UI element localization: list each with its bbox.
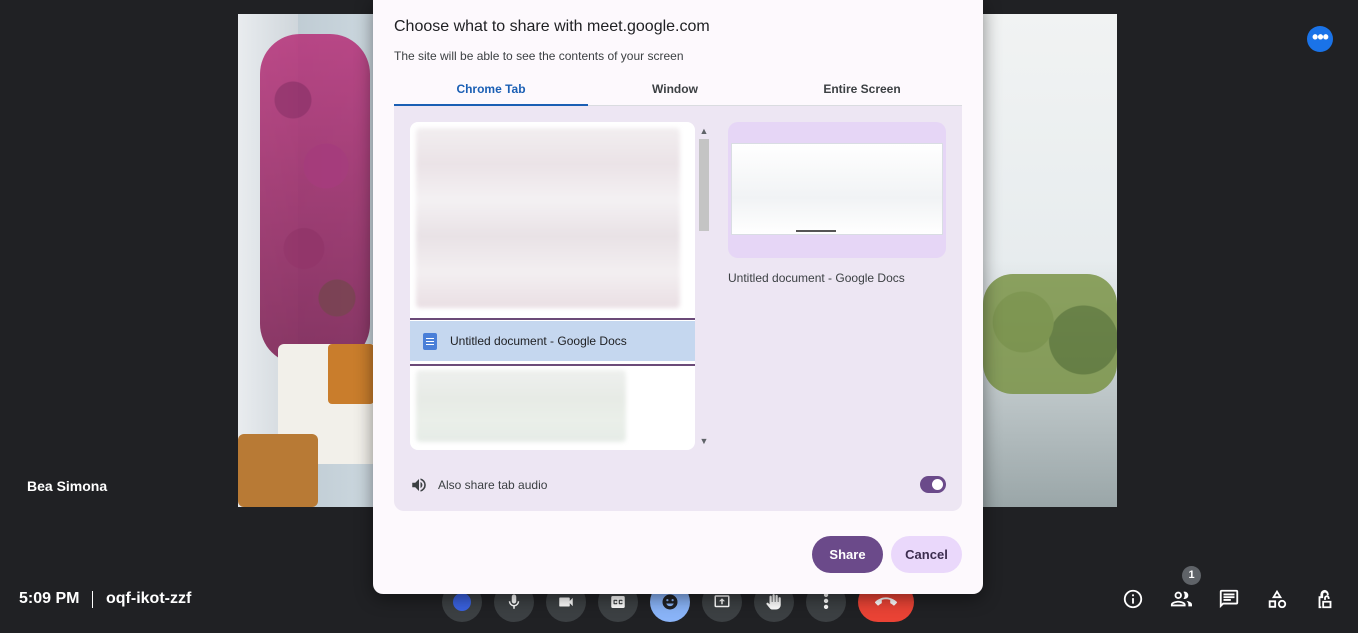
captions-icon [611, 596, 625, 608]
end-call-icon [875, 597, 897, 606]
toggle-knob [932, 479, 943, 490]
preview-thumbnail [731, 143, 943, 235]
blurred-tab-item[interactable] [416, 128, 680, 308]
scroll-up-arrow-icon[interactable]: ▲ [699, 126, 709, 136]
speaker-icon [410, 476, 428, 494]
tab-item-label: Untitled document - Google Docs [450, 334, 627, 348]
share-audio-label: Also share tab audio [438, 478, 548, 492]
meeting-time: 5:09 PM [19, 590, 80, 607]
tab-list-scrollbar[interactable]: ▲ ▼ [696, 122, 712, 450]
tab-chrome-tab[interactable]: Chrome Tab [394, 78, 588, 106]
meeting-code: oqf-ikot-zzf [106, 590, 192, 607]
cancel-button[interactable]: Cancel [891, 536, 962, 573]
share-screen-dialog: Choose what to share with meet.google.co… [373, 0, 983, 594]
video-background-arches [983, 14, 1117, 507]
circle-icon [453, 593, 471, 611]
people-icon [1170, 591, 1192, 607]
blurred-tab-item[interactable] [416, 370, 626, 442]
people-button[interactable] [1168, 586, 1194, 612]
meeting-details-button[interactable] [1120, 586, 1146, 612]
activities-icon [1268, 589, 1287, 609]
tab-list: Untitled document - Google Docs [410, 122, 695, 450]
chat-icon [1219, 589, 1239, 609]
present-icon [714, 595, 730, 608]
dialog-title: Choose what to share with meet.google.co… [394, 18, 710, 35]
info-icon [1123, 589, 1143, 609]
tile-more-options-button[interactable]: ••• [1307, 26, 1333, 52]
tab-entire-screen[interactable]: Entire Screen [762, 78, 962, 106]
dialog-subtitle: The site will be able to see the content… [394, 49, 684, 63]
google-docs-icon [423, 332, 437, 350]
video-background-flowers [260, 34, 370, 364]
microphone-icon [508, 594, 520, 609]
camera-icon [559, 597, 573, 607]
share-content-panel: Untitled document - Google Docs ▲ ▼ Unti… [394, 106, 962, 511]
tab-window[interactable]: Window [588, 78, 762, 106]
selection-divider [410, 364, 695, 366]
scroll-down-arrow-icon[interactable]: ▼ [699, 436, 709, 446]
share-source-tabs: Chrome Tab Window Entire Screen [394, 78, 962, 106]
share-audio-row: Also share tab audio [410, 474, 946, 496]
activities-button[interactable] [1264, 586, 1290, 612]
host-controls-button[interactable] [1312, 586, 1338, 612]
people-count-badge: 1 [1182, 566, 1201, 585]
preview-title: Untitled document - Google Docs [728, 271, 905, 285]
share-audio-toggle[interactable] [920, 476, 946, 493]
video-background-pillow [238, 434, 318, 507]
emoji-icon [662, 594, 678, 610]
more-vert-icon: • • • [823, 587, 829, 616]
divider [92, 591, 93, 608]
tab-preview [728, 122, 946, 258]
video-background-pillow [328, 344, 374, 404]
participant-name: Bea Simona [27, 478, 108, 494]
video-background-plants [983, 274, 1117, 394]
host-controls-icon [1318, 589, 1332, 609]
list-item-selected-tab[interactable]: Untitled document - Google Docs [410, 321, 695, 361]
share-button[interactable]: Share [812, 536, 883, 573]
more-horiz-icon: ••• [1312, 27, 1329, 47]
scroll-thumb[interactable] [699, 139, 709, 231]
hand-icon [766, 594, 781, 610]
chat-button[interactable] [1216, 586, 1242, 612]
selection-divider [410, 318, 695, 320]
